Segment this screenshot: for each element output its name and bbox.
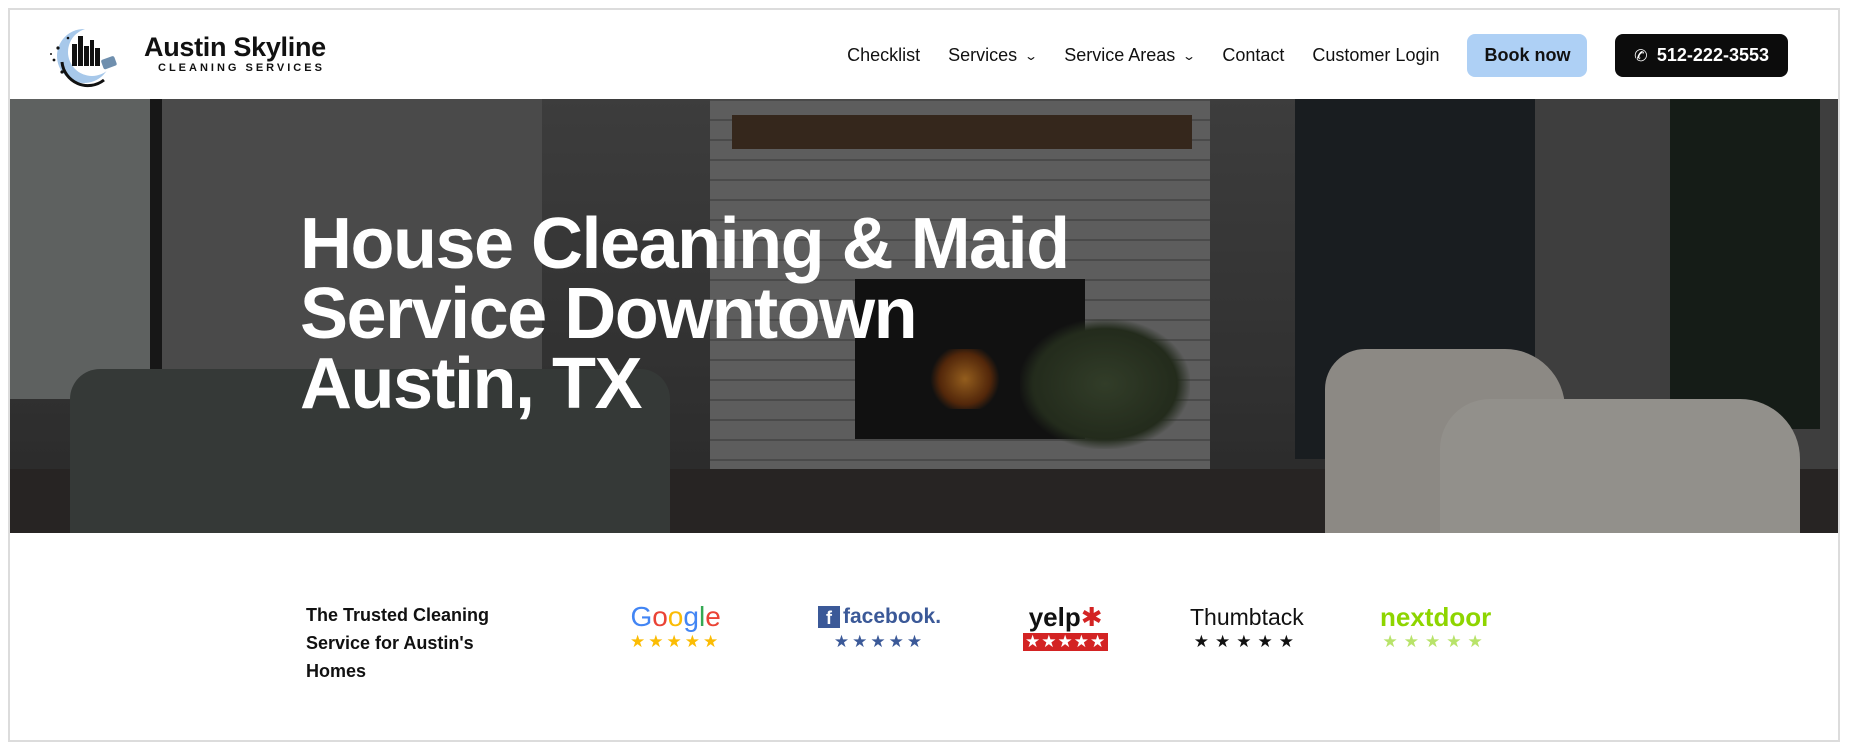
- rating-stars: ★★★★★: [1382, 632, 1489, 651]
- site-header: Austin Skyline CLEANING SERVICES Checkli…: [10, 10, 1838, 99]
- facebook-logo: f facebook.: [818, 601, 941, 633]
- nextdoor-logo: nextdoor: [1380, 602, 1492, 632]
- rating-stars: ★★★★★: [630, 632, 722, 651]
- nextdoor-badge[interactable]: nextdoor ★★★★★: [1380, 601, 1491, 651]
- site-logo[interactable]: Austin Skyline CLEANING SERVICES: [42, 18, 326, 88]
- brand-name: Austin Skyline: [144, 32, 326, 62]
- facebook-wordmark: facebook.: [843, 605, 942, 628]
- facebook-badge[interactable]: f facebook. ★★★★★: [818, 601, 941, 651]
- chevron-down-icon: ⌄: [1182, 48, 1197, 63]
- nav-checklist[interactable]: Checklist: [847, 45, 920, 66]
- nav-contact[interactable]: Contact: [1222, 45, 1284, 66]
- skyline-logo-icon: [50, 28, 117, 88]
- trust-section: The Trusted Cleaning Service for Austin'…: [10, 533, 1838, 740]
- hero-title-line: House Cleaning & Maid: [300, 204, 1070, 284]
- phone-icon: ✆: [1633, 46, 1650, 66]
- thumbtack-badge[interactable]: Thumbtack ★★★★★: [1190, 601, 1304, 651]
- google-logo: Google: [630, 601, 721, 632]
- hero-banner: House Cleaning & Maid Service Downtown A…: [10, 99, 1838, 533]
- google-badge[interactable]: Google ★★★★★: [630, 601, 721, 651]
- rating-stars: ★★★★★: [1023, 632, 1109, 651]
- thumbtack-logo: Thumbtack: [1190, 604, 1304, 630]
- hero-title-line: Service Downtown: [300, 274, 918, 354]
- nav-label: Contact: [1222, 45, 1285, 65]
- nav-label: Services: [948, 45, 1018, 65]
- book-now-button[interactable]: Book now: [1467, 34, 1588, 77]
- nav-label: Checklist: [847, 45, 921, 65]
- phone-number: 512-222-3553: [1656, 45, 1769, 65]
- brand-subtitle: CLEANING SERVICES: [158, 62, 325, 74]
- yelp-burst-icon: ✱: [1080, 602, 1103, 632]
- nav-label: Customer Login: [1312, 45, 1440, 65]
- hero-title-line: Austin, TX: [300, 344, 643, 424]
- hero-title: House Cleaning & Maid Service Downtown A…: [300, 204, 1200, 424]
- trust-tagline: The Trusted Cleaning Service for Austin'…: [306, 605, 490, 681]
- rating-stars: ★★★★★: [1193, 632, 1300, 651]
- nav-service-areas[interactable]: Service Areas ⌄: [1064, 45, 1197, 66]
- yelp-wordmark: yelp: [1028, 602, 1081, 632]
- nav-customer-login[interactable]: Customer Login: [1312, 45, 1439, 66]
- chevron-down-icon: ⌄: [1024, 48, 1039, 63]
- page-frame: Austin Skyline CLEANING SERVICES Checkli…: [8, 8, 1840, 742]
- facebook-icon: f: [818, 606, 840, 628]
- nav-services[interactable]: Services ⌄: [948, 45, 1039, 66]
- phone-button[interactable]: ✆ 512-222-3553: [1615, 34, 1788, 77]
- main-nav: Checklist Services ⌄ Service Areas ⌄ Con…: [847, 34, 1788, 77]
- yelp-logo: yelp✱: [1023, 601, 1108, 633]
- rating-stars: ★★★★★: [833, 632, 926, 651]
- yelp-badge[interactable]: yelp✱ ★★★★★: [1023, 601, 1109, 651]
- nav-label: Service Areas: [1064, 45, 1176, 65]
